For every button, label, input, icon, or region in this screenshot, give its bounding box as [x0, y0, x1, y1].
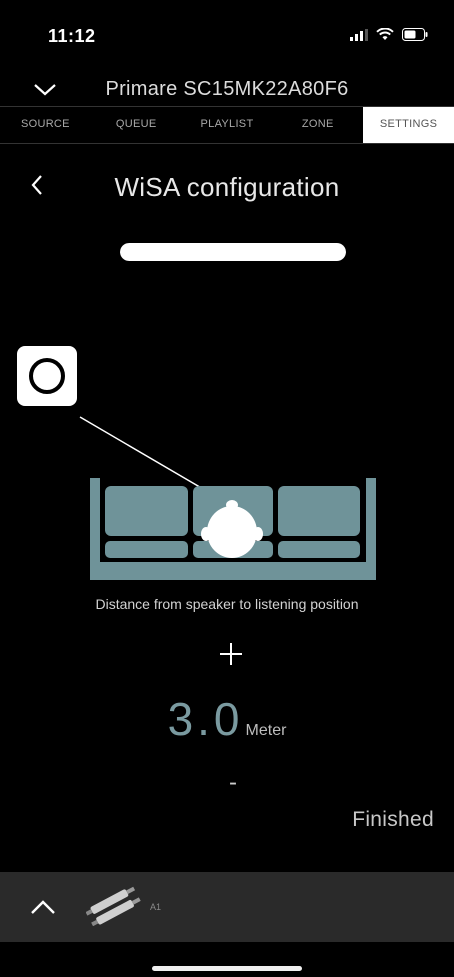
- device-header: Primare SC15MK22A80F6: [0, 72, 454, 106]
- distance-value-row: 3.0 Meter: [0, 692, 454, 746]
- wifi-icon: [376, 28, 394, 40]
- listening-position-illustration: [79, 416, 376, 580]
- device-name: Primare SC15MK22A80F6: [105, 78, 349, 100]
- tab-bar: SOURCE QUEUE PLAYLIST ZONE SETTINGS: [0, 106, 454, 144]
- status-time: 11:12: [48, 26, 96, 46]
- page-header: WiSA configuration: [0, 168, 454, 218]
- page-title: WiSA configuration: [114, 172, 340, 202]
- tab-playlist[interactable]: PLAYLIST: [182, 107, 273, 143]
- source-label: A1: [150, 902, 162, 912]
- distance-label: Distance from speaker to listening posit…: [95, 596, 359, 612]
- rca-cable-icon: [86, 886, 141, 926]
- tab-settings[interactable]: SETTINGS: [363, 107, 454, 143]
- decrease-distance-button[interactable]: -: [222, 771, 244, 796]
- tab-zone[interactable]: ZONE: [272, 107, 363, 143]
- battery-icon: [402, 28, 428, 41]
- tab-queue[interactable]: QUEUE: [91, 107, 182, 143]
- setup-progress-bar: [120, 243, 346, 261]
- finished-button[interactable]: Finished: [352, 808, 434, 832]
- status-bar: 11:12: [0, 0, 454, 72]
- speaker-button[interactable]: [17, 346, 77, 406]
- cellular-signal-icon: [350, 28, 368, 41]
- chevron-up-icon[interactable]: [28, 892, 58, 922]
- home-indicator[interactable]: [152, 966, 302, 971]
- status-icons: [350, 28, 428, 41]
- tab-source[interactable]: SOURCE: [0, 107, 91, 143]
- speaker-ring-icon: [29, 358, 65, 394]
- setup-progress-fill: [120, 243, 346, 261]
- now-playing-bar[interactable]: A1: [0, 872, 454, 942]
- increase-distance-button[interactable]: [213, 636, 249, 672]
- distance-unit: Meter: [245, 722, 287, 739]
- distance-value: 3.0: [167, 693, 244, 745]
